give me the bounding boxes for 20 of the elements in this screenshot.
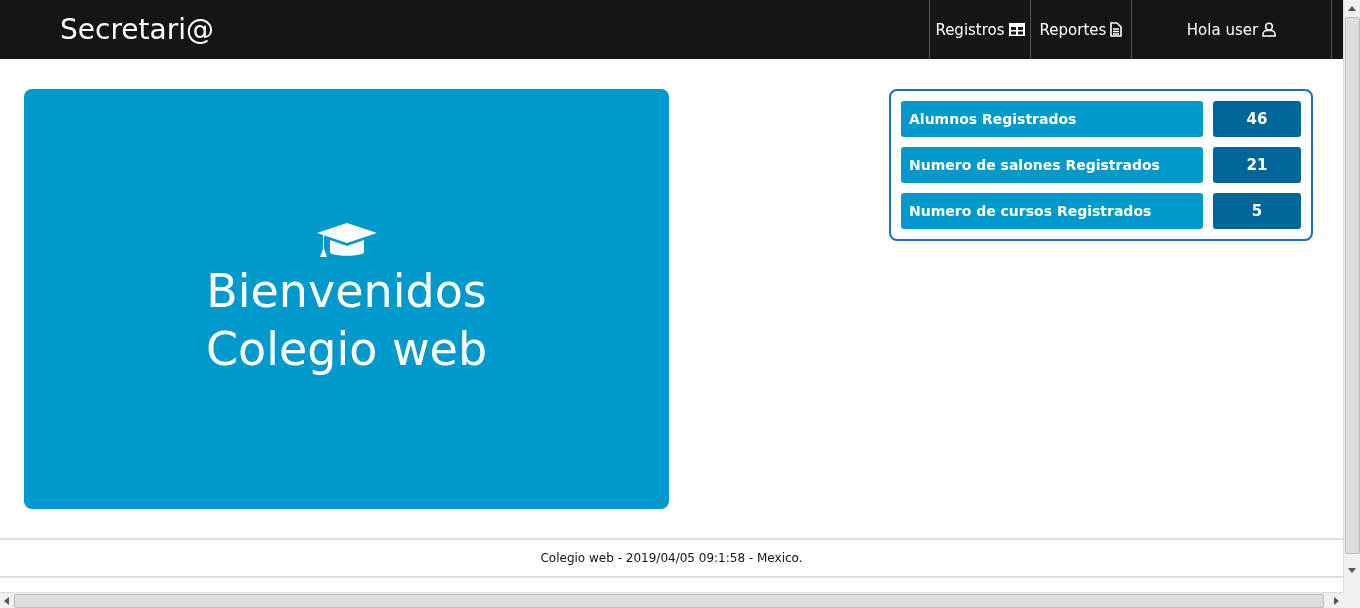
stat-value: 46 [1213, 101, 1301, 137]
user-icon [1262, 22, 1277, 37]
stat-label: Numero de cursos Registrados [901, 193, 1203, 229]
document-icon [1110, 22, 1123, 37]
scroll-down-icon[interactable] [1348, 568, 1356, 573]
nav-link[interactable]: Reportes [1030, 0, 1131, 59]
stat-label: Numero de salones Registrados [901, 147, 1203, 183]
table-icon [1008, 23, 1025, 36]
footer-text: Colegio web - 2019/04/05 09:1:58 - Mexico. [540, 551, 803, 565]
nav-link[interactable]: Hola user [1131, 0, 1331, 59]
welcome-heading: Bienvenidos [206, 263, 487, 319]
stat-label: Alumnos Registrados [901, 101, 1203, 137]
stat-value: 5 [1213, 193, 1301, 229]
stat-value: 21 [1213, 147, 1301, 183]
welcome-heading: Colegio web [205, 321, 488, 377]
nav-link[interactable]: Registros [929, 0, 1030, 59]
scroll-up-icon[interactable] [1348, 6, 1356, 11]
scroll-right-icon[interactable] [1334, 596, 1339, 605]
brand-title[interactable]: Secretari@ [0, 13, 929, 46]
scroll-left-icon[interactable] [4, 596, 9, 605]
